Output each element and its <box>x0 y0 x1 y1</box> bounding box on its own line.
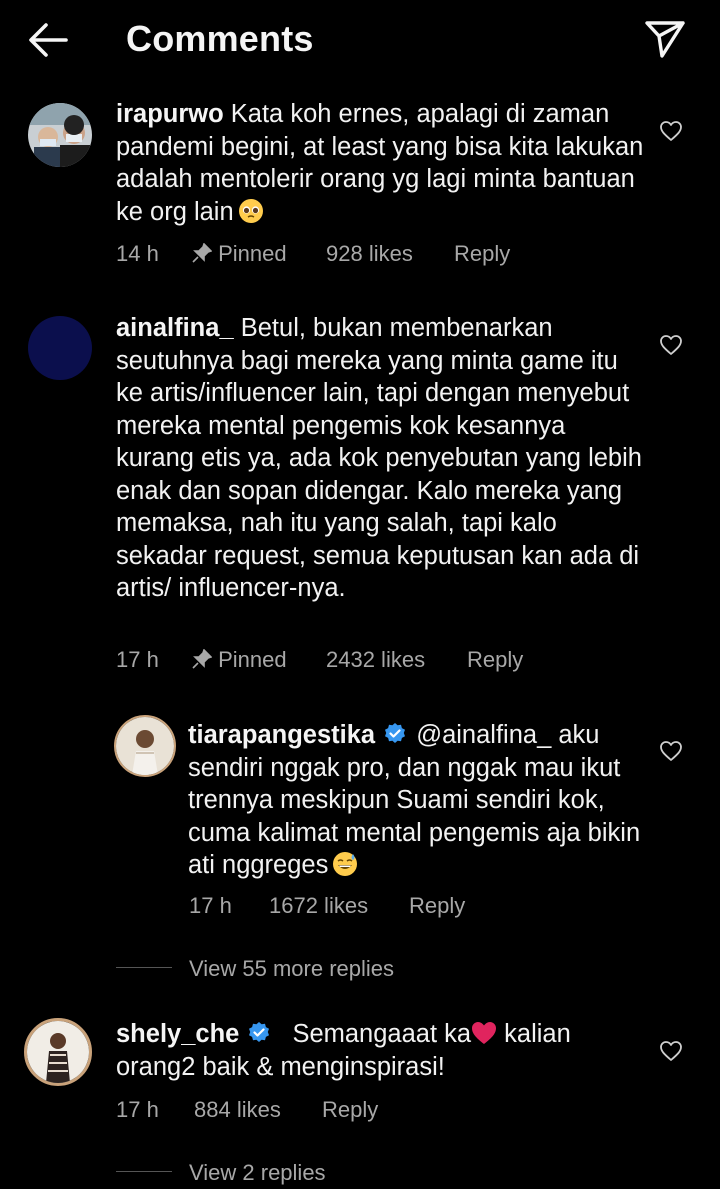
avatar[interactable] <box>24 1018 92 1086</box>
paper-plane-icon <box>645 21 685 58</box>
replies-divider <box>116 1171 172 1172</box>
like-heart-icon[interactable] <box>659 1040 683 1062</box>
like-heart-icon[interactable] <box>659 334 683 356</box>
comment-username[interactable]: tiarapangestika <box>188 721 375 749</box>
pinned-label: Pinned <box>192 241 287 267</box>
comment-meta: 17 h 884 likes Reply <box>116 1097 556 1123</box>
comment-meta: 17 h 1672 likes Reply <box>189 893 629 919</box>
like-heart-icon[interactable] <box>659 740 683 762</box>
view-more-replies-button[interactable]: View 55 more replies <box>189 956 394 982</box>
comment-body: shely_che Semangaaat ka kalian orang2 ba… <box>116 1018 646 1083</box>
likes-count[interactable]: 928 likes <box>326 241 413 267</box>
pin-icon <box>192 648 213 669</box>
comment-body: ainalfina_ Betul, bukan membenarkan seut… <box>116 312 644 605</box>
red-heart-icon <box>472 1022 497 1044</box>
back-button[interactable] <box>24 18 72 62</box>
comment-time: 14 h <box>116 241 159 266</box>
reply-button[interactable]: Reply <box>467 647 523 673</box>
like-heart-icon[interactable] <box>659 120 683 142</box>
pin-icon <box>192 242 213 263</box>
pinned-label: Pinned <box>192 647 287 673</box>
comment-body: tiarapangestika @ainalfina_ aku sendiri … <box>188 719 643 882</box>
avatar[interactable] <box>114 715 176 777</box>
likes-count[interactable]: 2432 likes <box>326 647 425 673</box>
comment-body: irapurwo Kata koh ernes, apalagi di zama… <box>116 98 646 228</box>
comment-time: 17 h <box>189 893 232 918</box>
replies-divider <box>116 967 172 968</box>
likes-count[interactable]: 1672 likes <box>269 893 368 919</box>
reply-button[interactable]: Reply <box>454 241 510 267</box>
comment-meta: 17 h Pinned 2432 likes Reply <box>116 647 636 673</box>
page-title: Comments <box>126 18 314 59</box>
pleading-face-icon <box>238 198 263 223</box>
reply-button[interactable]: Reply <box>322 1097 378 1123</box>
comment-username[interactable]: irapurwo <box>116 100 224 128</box>
comment-username[interactable]: ainalfina_ <box>116 314 234 342</box>
comment-time: 17 h <box>116 1097 159 1122</box>
grinning-sweat-face-icon <box>333 852 358 876</box>
comments-header: Comments <box>0 0 720 82</box>
comment-text: Betul, bukan membenarkan seutuhnya bagi … <box>116 314 642 602</box>
comment-time: 17 h <box>116 647 159 672</box>
comment-username[interactable]: shely_che <box>116 1020 239 1048</box>
likes-count[interactable]: 884 likes <box>194 1097 281 1123</box>
verified-badge-icon <box>249 1022 270 1042</box>
view-replies-button[interactable]: View 2 replies <box>189 1160 326 1186</box>
avatar[interactable] <box>28 316 92 380</box>
verified-badge-icon <box>385 723 406 743</box>
comment-text-start: Semangaaat ka <box>292 1020 472 1048</box>
share-button[interactable] <box>644 18 686 60</box>
arrow-left-icon <box>29 23 68 57</box>
avatar[interactable] <box>28 103 92 167</box>
comment-meta: 14 h Pinned 928 likes Reply <box>116 241 636 267</box>
reply-button[interactable]: Reply <box>409 893 465 919</box>
